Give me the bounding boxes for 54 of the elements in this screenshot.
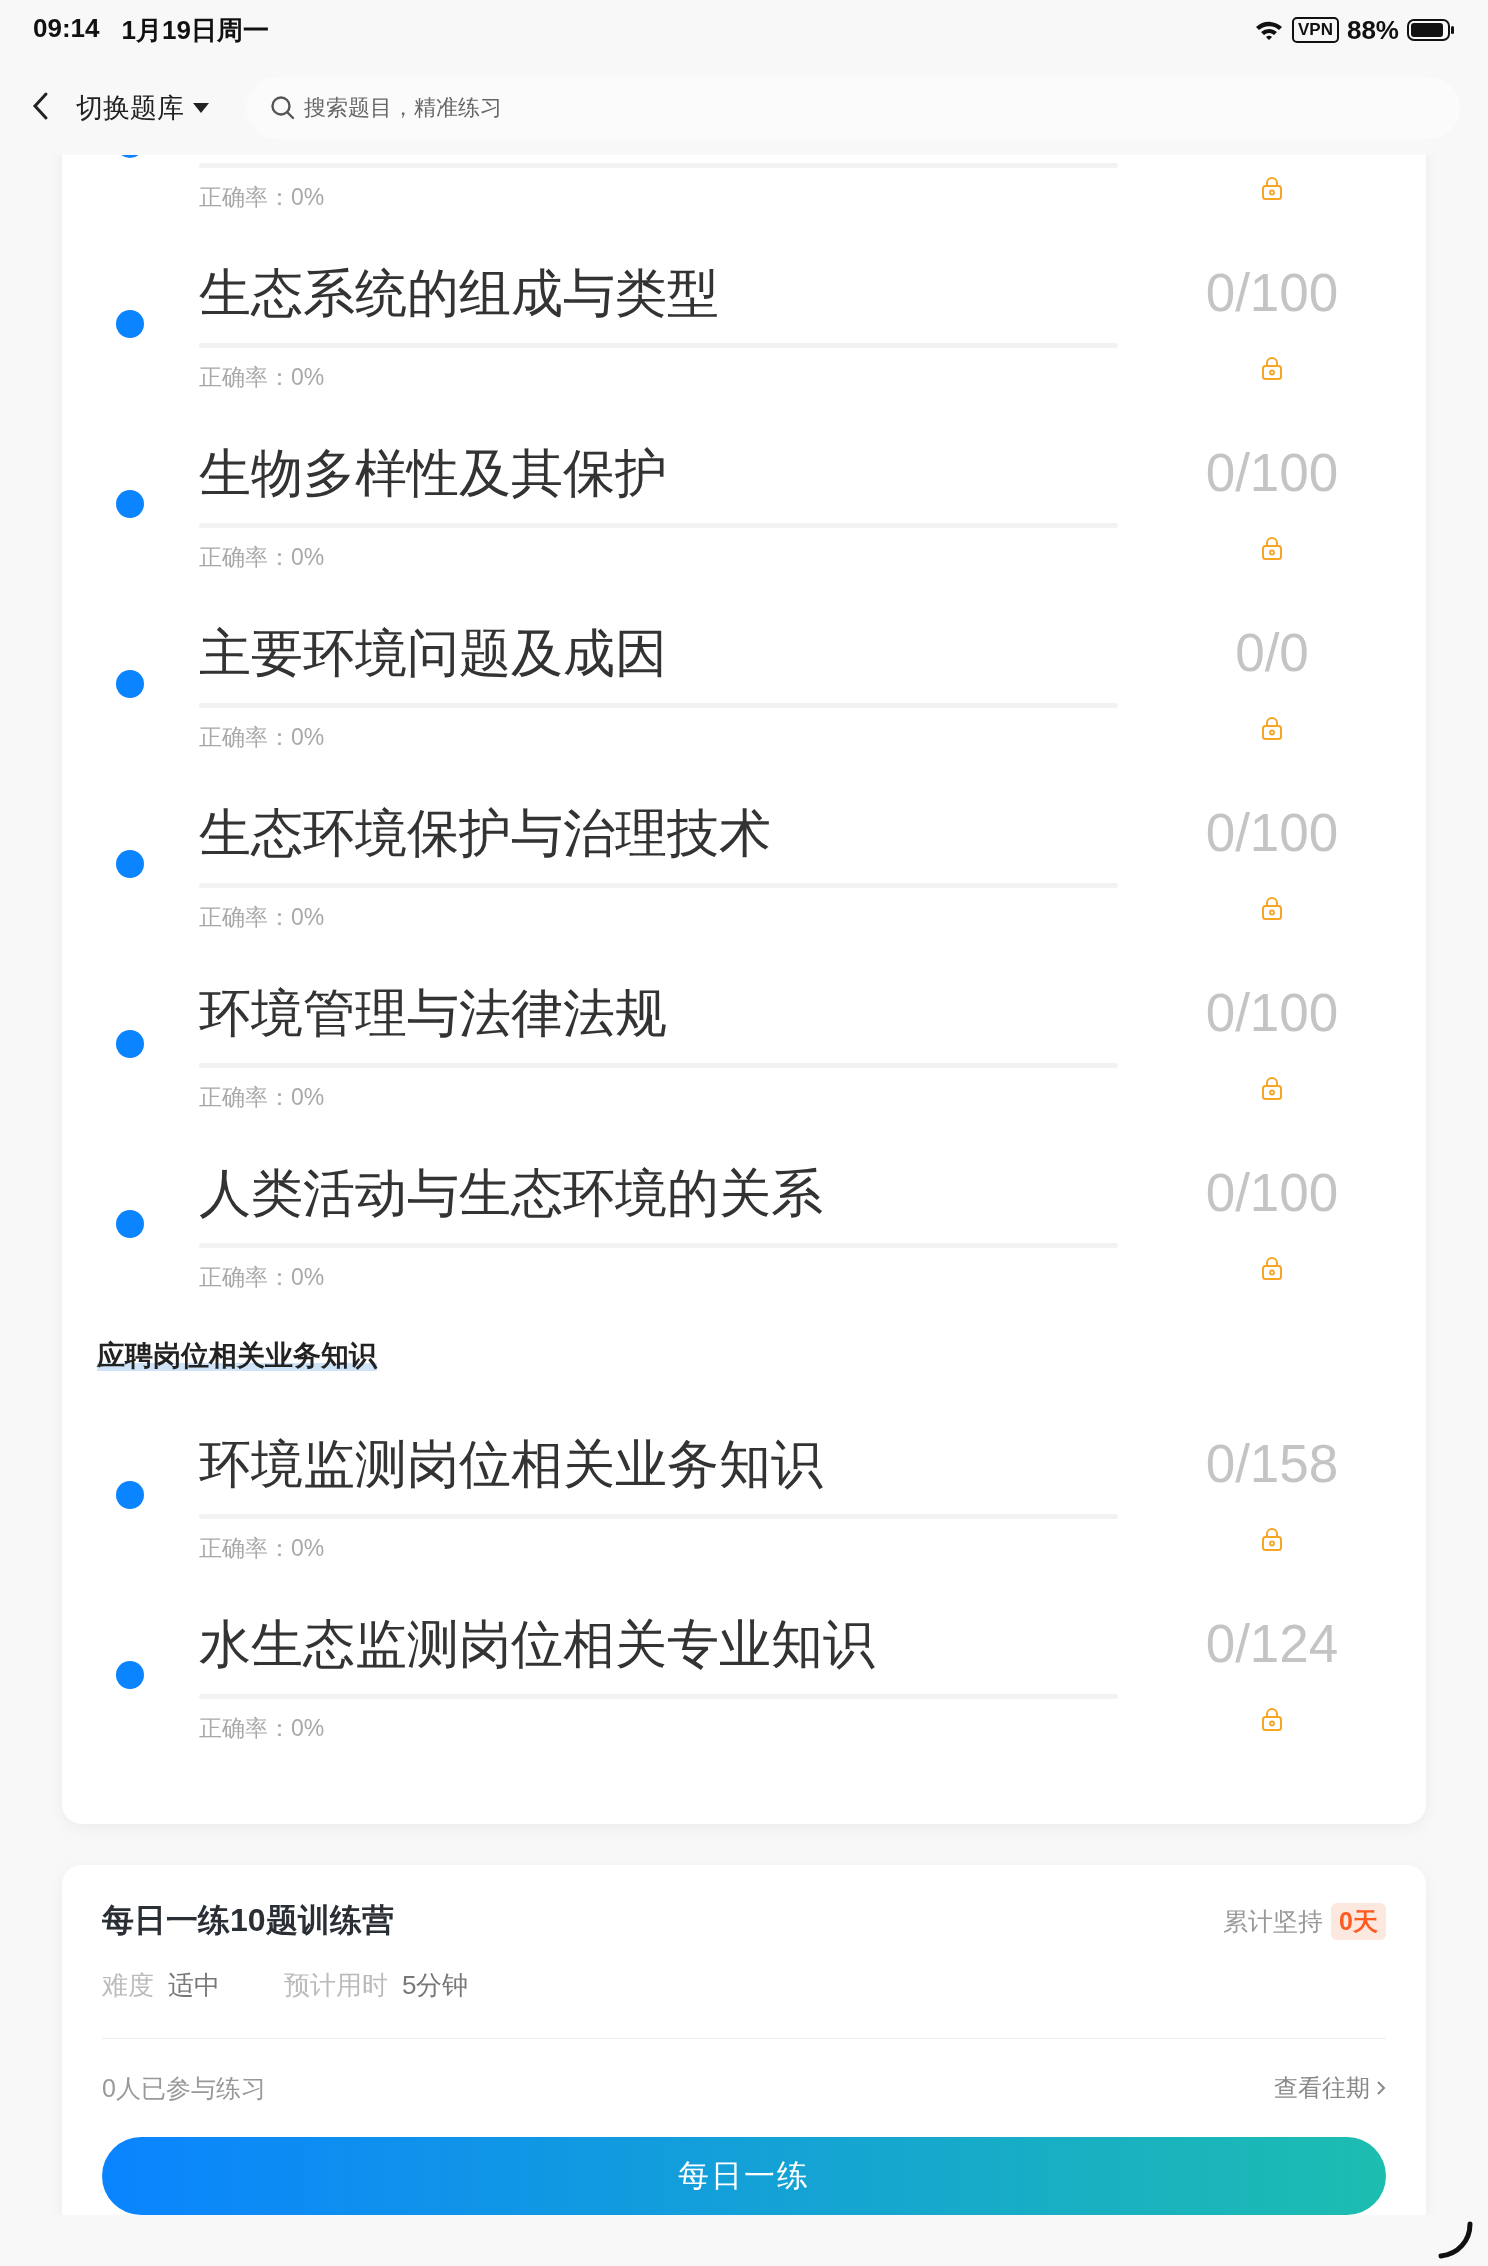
bullet-dot — [116, 1661, 144, 1689]
question-count: 0/100 — [1205, 443, 1339, 502]
participants-text: 0人已参与练习 — [102, 2072, 266, 2104]
date-text: 1月19日周一 — [121, 13, 269, 47]
section-heading: 应聘岗位相关业务知识 — [97, 1341, 377, 1371]
bullet-dot — [116, 1210, 144, 1238]
switch-bank-dropdown[interactable]: 切换题库 — [76, 89, 210, 126]
chapter-title[interactable]: 生态环境保护与治理技术 — [199, 804, 771, 862]
bullet-dot — [116, 1481, 144, 1509]
wifi-icon — [1254, 19, 1284, 41]
accuracy-text: 正确率：0% — [199, 1264, 325, 1290]
clock-time: 09:14 — [33, 12, 100, 45]
caret-icon — [192, 101, 210, 114]
question-count: 0/158 — [1205, 1434, 1339, 1493]
accuracy-text: 正确率：0% — [199, 904, 325, 930]
difficulty-value: 适中 — [168, 1968, 220, 2002]
question-count: 0/0 — [1235, 623, 1309, 682]
bullet-dot — [116, 670, 144, 698]
accuracy-text: 正确率：0% — [199, 1535, 325, 1561]
chevron-right-icon — [1376, 2079, 1386, 2097]
accuracy-text: 正确率：0% — [199, 724, 325, 750]
question-count: 0/100 — [1205, 983, 1339, 1042]
accuracy-text: 正确率：0% — [199, 1084, 325, 1110]
chapter-title[interactable]: 生物多样性及其保护 — [199, 444, 667, 502]
battery-icon — [1407, 18, 1455, 42]
question-count: 0/124 — [1205, 1614, 1339, 1673]
bullet-dot — [116, 490, 144, 518]
chapter-title[interactable]: 环境管理与法律法规 — [199, 984, 667, 1042]
streak-label: 累计坚持 — [1223, 1905, 1324, 1937]
question-count: 0/100 — [1205, 803, 1339, 862]
chapter-title[interactable]: 主要环境问题及成因 — [199, 624, 667, 682]
question-count: 0/100 — [1205, 263, 1339, 322]
accuracy-text: 正确率：0% — [199, 544, 325, 570]
bullet-dot — [116, 850, 144, 878]
battery-percent: 88% — [1346, 14, 1399, 46]
time-value: 5分钟 — [402, 1968, 469, 2002]
back-chevron-icon — [30, 90, 50, 122]
chapter-title[interactable]: 水生态监测岗位相关专业知识 — [199, 1615, 875, 1673]
accuracy-text: 正确率：0% — [199, 184, 325, 210]
history-link[interactable]: 查看往期 — [1274, 2072, 1386, 2104]
vpn-badge: VPN — [1292, 17, 1339, 43]
question-count: 0/100 — [1205, 1163, 1339, 1222]
streak-badge: 0天 — [1331, 1902, 1386, 1940]
accuracy-text: 正确率：0% — [199, 364, 325, 390]
search-icon — [270, 94, 296, 121]
bullet-dot — [116, 310, 144, 338]
card-title: 每日一练10题训练营 — [102, 1901, 394, 1940]
bullet-dot — [116, 1030, 144, 1058]
chapter-title[interactable]: 环境监测岗位相关业务知识 — [199, 1435, 823, 1493]
accuracy-text: 正确率：0% — [199, 1715, 325, 1741]
time-label: 预计用时 — [284, 1968, 388, 2002]
chapter-title[interactable]: 人类活动与生态环境的关系 — [199, 1164, 823, 1222]
difficulty-label: 难度 — [102, 1968, 154, 2002]
chapter-title[interactable]: 生态系统的组成与类型 — [199, 264, 719, 322]
